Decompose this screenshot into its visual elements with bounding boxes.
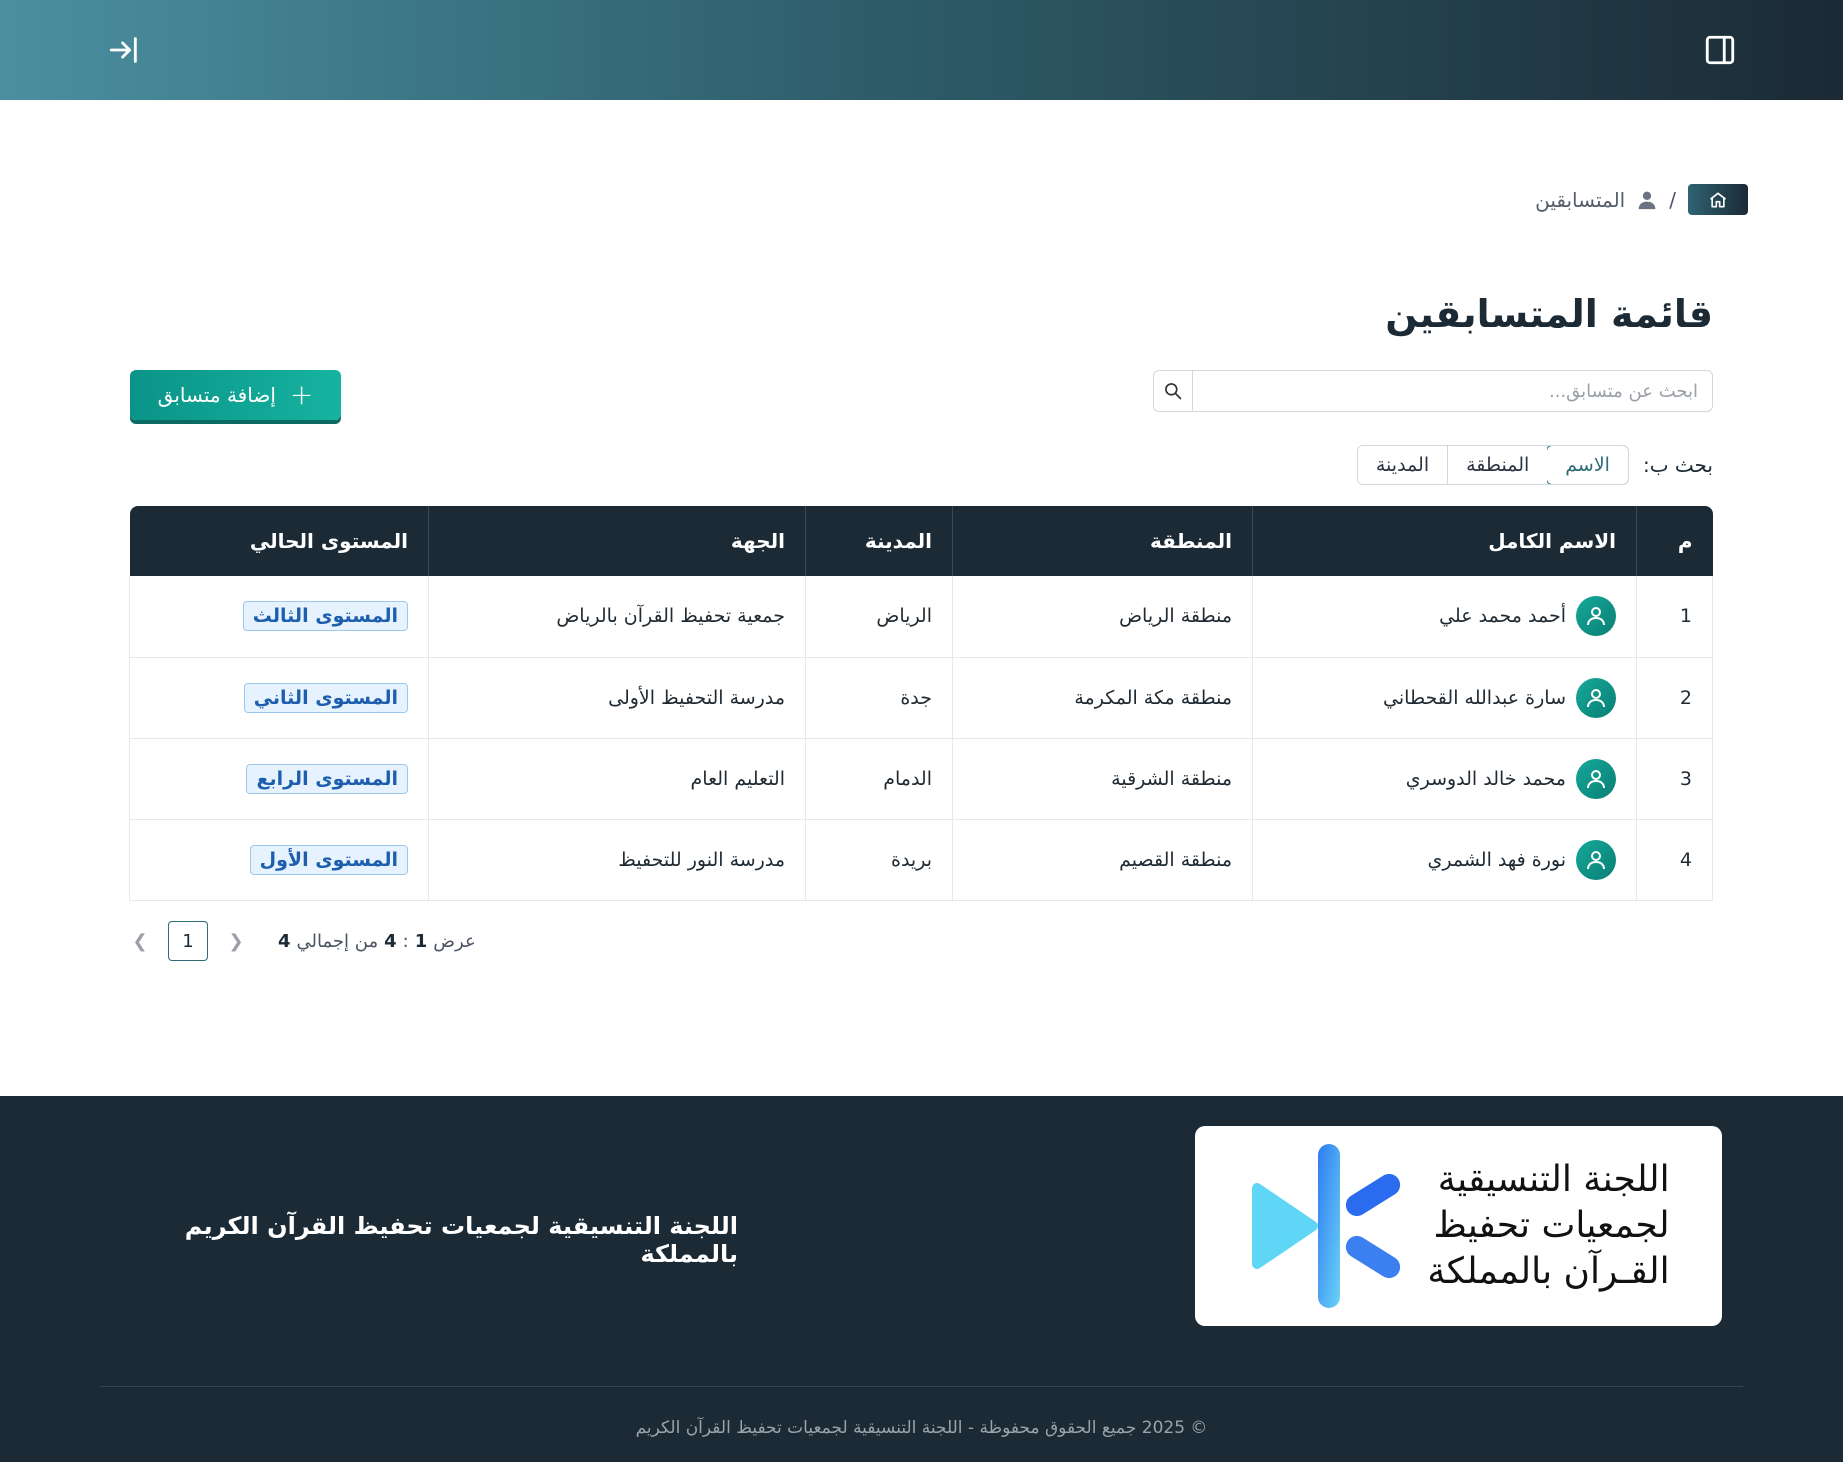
- breadcrumb-current: المتسابقين: [1535, 188, 1657, 212]
- contestant-name: أحمد محمد علي: [1439, 605, 1566, 628]
- contestants-table: م الاسم الكامل المنطقة المدينة الجهة الم…: [129, 506, 1713, 901]
- logo-line: القـرآن بالمملكة: [1427, 1251, 1670, 1292]
- level-badge: المستوى الثالث: [242, 601, 408, 632]
- contestant-entity: جمعية تحفيظ القرآن بالرياض: [428, 576, 806, 658]
- table-header-row: م الاسم الكامل المنطقة المدينة الجهة الم…: [129, 506, 1713, 576]
- contestant-name: محمد خالد الدوسري: [1405, 767, 1566, 790]
- table-row[interactable]: 2 سارة عبدالله القحطاني منطقة مكة المكرم…: [129, 657, 1713, 739]
- level-badge: المستوى الثاني: [243, 682, 408, 713]
- home-icon[interactable]: [1688, 184, 1748, 215]
- avatar-user-icon: [1576, 596, 1616, 637]
- search-by-options: الاسم المنطقة المدينة: [1356, 445, 1629, 485]
- pagination-separator: :: [402, 930, 409, 952]
- contestant-city: جدة: [805, 657, 953, 739]
- chevron-left-icon[interactable]: ❮: [130, 931, 150, 952]
- logo-mark-icon: [1252, 1144, 1401, 1308]
- contestant-name: سارة عبدالله القحطاني: [1383, 686, 1566, 709]
- contestant-entity: مدرسة التحفيظ الأولى: [428, 657, 806, 739]
- column-header-city[interactable]: المدينة: [805, 506, 953, 576]
- footer-heading: اللجنة التنسيقية لجمعيات تحفيظ القرآن ال…: [184, 1212, 738, 1268]
- row-index: 3: [1636, 738, 1713, 820]
- top-navbar: [0, 0, 1843, 100]
- contestant-entity: مدرسة النور للتحفيظ: [428, 819, 806, 901]
- logo-text: اللجنة التنسيقية لجمعيات تحفيظ القـرآن ب…: [1427, 1157, 1669, 1295]
- contestant-region: منطقة الشرقية: [952, 738, 1253, 820]
- column-header-region[interactable]: المنطقة: [952, 506, 1253, 576]
- search-box: [1153, 370, 1713, 412]
- pagination-from: 1: [414, 930, 428, 952]
- contestant-city: بريدة: [805, 819, 953, 901]
- plus-icon: +: [289, 378, 314, 411]
- login-arrow-icon[interactable]: [104, 30, 144, 70]
- table-row[interactable]: 1 أحمد محمد علي منطقة الرياض الرياض جمعي…: [129, 576, 1713, 658]
- add-contestant-button[interactable]: + إضافة متسابق: [130, 370, 341, 420]
- user-icon: [1638, 191, 1656, 209]
- column-header-index[interactable]: م: [1636, 506, 1713, 576]
- table-row[interactable]: 4 نورة فهد الشمري منطقة القصيم بريدة مدر…: [129, 819, 1713, 901]
- footer: اللجنة التنسيقية لجمعيات تحفيظ القـرآن ب…: [0, 1096, 1843, 1462]
- search-by-group: بحث ب: الاسم المنطقة المدينة: [1356, 445, 1713, 485]
- breadcrumb: / المتسابقين: [1535, 184, 1748, 215]
- level-badge: المستوى الرابع: [246, 763, 408, 794]
- search-by-label: بحث ب:: [1642, 453, 1713, 477]
- contestant-region: منطقة القصيم: [952, 819, 1253, 901]
- logo-line: لجمعيات تحفيظ: [1433, 1205, 1670, 1246]
- pagination-show-label: عرض: [433, 930, 476, 952]
- pagination-info: عرض 1 : 4 من إجمالي 4: [278, 931, 476, 952]
- logo-line: اللجنة التنسيقية: [1437, 1159, 1670, 1200]
- pagination-of-label: من إجمالي: [296, 930, 379, 952]
- copyright-text: © 2025 جميع الحقوق محفوظة - اللجنة التنس…: [635, 1418, 1208, 1438]
- breadcrumb-current-label: المتسابقين: [1535, 187, 1626, 212]
- search-by-region-option[interactable]: المنطقة: [1447, 446, 1548, 484]
- page-title: قائمة المتسابقين: [1385, 292, 1713, 336]
- row-index: 1: [1636, 576, 1713, 658]
- column-header-level[interactable]: المستوى الحالي: [129, 506, 429, 576]
- pagination: ❮ 1 ❯ عرض 1 : 4 من إجمالي 4: [130, 921, 476, 961]
- chevron-right-icon[interactable]: ❯: [226, 931, 246, 952]
- pagination-total: 4: [278, 930, 291, 952]
- contestant-entity: التعليم العام: [428, 738, 806, 820]
- search-input[interactable]: [1193, 371, 1712, 411]
- contestant-name: نورة فهد الشمري: [1427, 848, 1566, 871]
- avatar-user-icon: [1576, 677, 1616, 718]
- level-badge: المستوى الأول: [249, 844, 408, 875]
- avatar-user-icon: [1576, 758, 1616, 799]
- column-header-entity[interactable]: الجهة: [428, 506, 806, 576]
- page-button-current[interactable]: 1: [168, 921, 208, 961]
- avatar-user-icon: [1576, 839, 1616, 880]
- sidebar-panel-icon[interactable]: [1700, 30, 1740, 70]
- search-icon[interactable]: [1154, 371, 1193, 411]
- search-by-name-option[interactable]: الاسم: [1546, 446, 1628, 484]
- contestant-city: الرياض: [805, 576, 953, 658]
- breadcrumb-separator: /: [1669, 187, 1676, 212]
- contestant-city: الدمام: [805, 738, 953, 820]
- footer-logo: اللجنة التنسيقية لجمعيات تحفيظ القـرآن ب…: [1195, 1126, 1722, 1326]
- add-contestant-label: إضافة متسابق: [157, 383, 276, 407]
- footer-divider: [100, 1386, 1743, 1387]
- contestant-region: منطقة الرياض: [952, 576, 1253, 658]
- table-row[interactable]: 3 محمد خالد الدوسري منطقة الشرقية الدمام…: [129, 738, 1713, 820]
- contestant-region: منطقة مكة المكرمة: [952, 657, 1253, 739]
- row-index: 2: [1636, 657, 1713, 739]
- pagination-to: 4: [384, 930, 397, 952]
- column-header-name[interactable]: الاسم الكامل: [1252, 506, 1637, 576]
- search-by-city-option[interactable]: المدينة: [1357, 446, 1448, 484]
- row-index: 4: [1636, 819, 1713, 901]
